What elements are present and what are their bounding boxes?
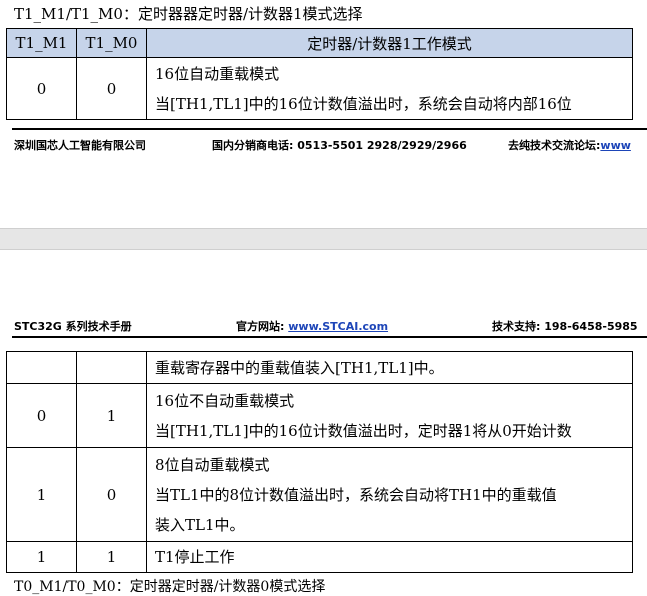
cell-m1: 0 [6, 383, 77, 448]
footer-rule [12, 128, 647, 130]
cell-m1: 1 [6, 447, 77, 542]
cell-description: 16位自动重载模式 当[TH1,TL1]中的16位计数值溢出时，系统会自动将内部… [146, 57, 633, 120]
description-line: 装入TL1中。 [155, 515, 245, 534]
header-rule [12, 336, 647, 338]
table-row: 0 0 16位自动重载模式 当[TH1,TL1]中的16位计数值溢出时，系统会自… [6, 57, 633, 120]
description-line: 当TL1中的8位计数值溢出时，系统会自动将TH1中的重载值 [155, 485, 557, 504]
cell-m1 [6, 351, 77, 384]
cell-description: 重载寄存器中的重载值装入[TH1,TL1]中。 [146, 351, 633, 384]
mode-table-bottom: 重载寄存器中的重载值装入[TH1,TL1]中。 0 1 16位不自动重载模式 当… [6, 351, 633, 573]
cell-description: 16位不自动重载模式 当[TH1,TL1]中的16位计数值溢出时，定时器1将从0… [146, 383, 633, 448]
footer-phone: 国内分销商电话: 0513-5501 2928/2929/2966 [212, 139, 467, 152]
header-mode: 定时器/计数器1工作模式 [146, 28, 633, 58]
header-manual: STC32G 系列技术手册 [14, 320, 132, 333]
cell-description: 8位自动重载模式 当TL1中的8位计数值溢出时，系统会自动将TH1中的重载值 装… [146, 447, 633, 542]
cell-m0 [76, 351, 147, 384]
header-t1-m1: T1_M1 [6, 28, 77, 58]
page-break [0, 228, 647, 250]
description-line: 重载寄存器中的重载值装入[TH1,TL1]中。 [155, 358, 444, 377]
next-section-title: T0_M1/T0_M0：定时器定时器/计数器0模式选择 [14, 579, 326, 595]
cell-m1: 0 [6, 57, 77, 120]
table-row: 0 1 16位不自动重载模式 当[TH1,TL1]中的16位计数值溢出时，定时器… [6, 383, 633, 448]
table-header-row: T1_M1 T1_M0 定时器/计数器1工作模式 [6, 28, 633, 58]
cell-m0: 0 [76, 447, 147, 542]
description-line: 16位不自动重载模式 [155, 391, 295, 410]
cell-m0: 1 [76, 383, 147, 448]
mode-table-top: T1_M1 T1_M0 定时器/计数器1工作模式 0 0 16位自动重载模式 当… [6, 28, 633, 120]
cell-m0: 0 [76, 57, 147, 120]
cell-m0: 1 [76, 541, 147, 573]
footer-company: 深圳国芯人工智能有限公司 [14, 139, 146, 152]
table-row: 重载寄存器中的重载值装入[TH1,TL1]中。 [6, 351, 633, 384]
forum-link[interactable]: www [600, 139, 631, 152]
header-support: 技术支持: 198-6458-5985 [492, 320, 638, 333]
table-row: 1 1 T1停止工作 [6, 541, 633, 573]
description-line: 当[TH1,TL1]中的16位计数值溢出时，系统会自动将内部16位 [155, 94, 572, 113]
cell-m1: 1 [6, 541, 77, 573]
header-t1-m0: T1_M0 [76, 28, 147, 58]
footer-forum: 去纯技术交流论坛:www [508, 139, 631, 152]
section-title: T1_M1/T1_M0：定时器器定时器/计数器1模式选择 [14, 5, 363, 23]
table-row: 1 0 8位自动重载模式 当TL1中的8位计数值溢出时，系统会自动将TH1中的重… [6, 447, 633, 542]
description-line: T1停止工作 [155, 548, 235, 566]
site-link[interactable]: www.STCAI.com [288, 320, 388, 333]
description-line: 当[TH1,TL1]中的16位计数值溢出时，定时器1将从0开始计数 [155, 421, 572, 440]
header-site: 官方网站: www.STCAI.com [236, 320, 389, 333]
cell-description: T1停止工作 [146, 541, 633, 573]
description-line: 8位自动重载模式 [155, 455, 270, 474]
description-line: 16位自动重载模式 [155, 64, 280, 83]
